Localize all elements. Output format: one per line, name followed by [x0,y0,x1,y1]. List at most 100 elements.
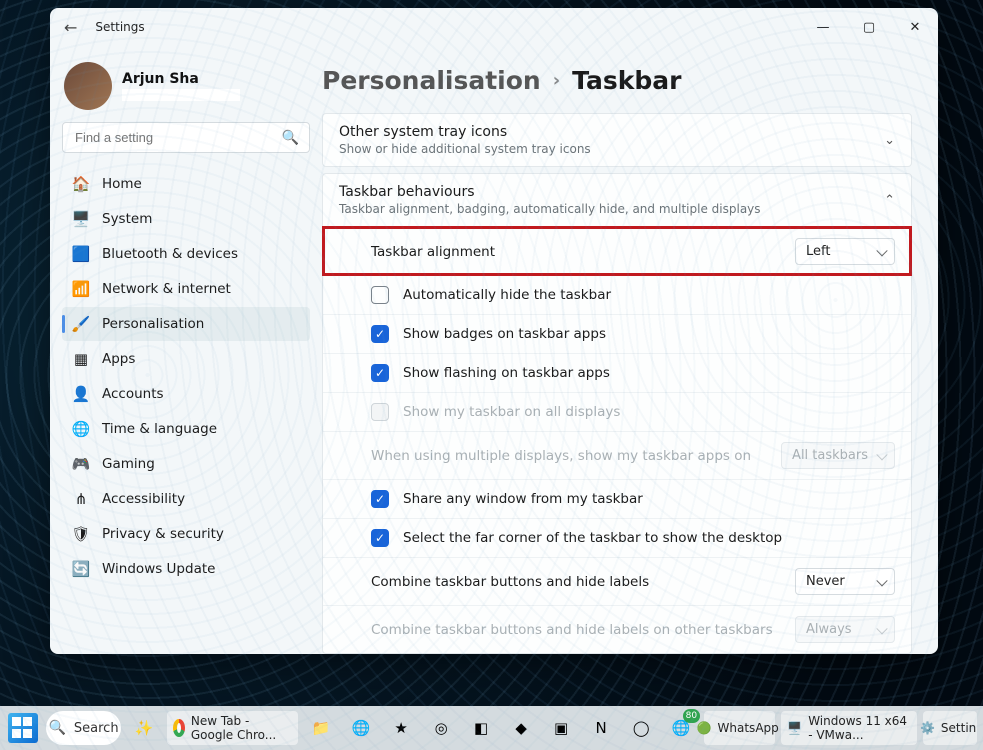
edge-icon[interactable]: 🌐 [344,711,378,745]
row-which-display: When using multiple displays, show my ta… [323,431,911,479]
sidebar-item-label: Gaming [102,456,155,472]
sidebar-icon: 🏠 [72,175,90,193]
sidebar-search[interactable]: 🔍 [62,122,310,153]
row-far-corner: ✓ Select the far corner of the taskbar t… [323,518,911,557]
start-button[interactable] [6,711,40,745]
behav-subtitle: Taskbar alignment, badging, automaticall… [339,202,761,216]
terminal-icon[interactable]: ▣ [544,711,578,745]
sidebar-item-label: System [102,211,152,227]
row-flashing: ✓ Show flashing on taskbar apps [323,353,911,392]
gear-icon: ⚙️ [920,721,935,735]
taskbar-tab-vmware[interactable]: 🖥️ Windows 11 x64 - VMwa... [781,711,917,745]
taskbar-search-label: Search [74,721,119,736]
sidebar-icon: 🛡 [72,525,90,543]
sidebar-icon: 📶 [72,280,90,298]
share-label: Share any window from my taskbar [403,491,643,507]
avatar [64,62,112,110]
alignment-label: Taskbar alignment [371,244,495,260]
app-icon-5[interactable]: ◯ [624,711,658,745]
sidebar-item-network-internet[interactable]: 📶 Network & internet [62,272,310,306]
sidebar-item-label: Apps [102,351,135,367]
autohide-checkbox[interactable] [371,286,389,304]
sidebar-item-gaming[interactable]: 🎮 Gaming [62,447,310,481]
sidebar-item-label: Network & internet [102,281,231,297]
whichdisp-label: When using multiple displays, show my ta… [371,448,751,464]
taskbar-tab-settings[interactable]: ⚙️ Settin [923,711,977,745]
row-autohide: Automatically hide the taskbar [323,275,911,314]
sidebar-item-home[interactable]: 🏠 Home [62,167,310,201]
tray-icons-card[interactable]: Other system tray icons Show or hide add… [322,113,912,167]
sidebar-nav: 🏠 Home 🖥️ System 🟦 Bluetooth & devices 📶 Networ… [62,167,310,586]
multidisplay-checkbox [371,403,389,421]
maximize-button[interactable]: ▢ [846,8,892,46]
sidebar-item-system[interactable]: 🖥️ System [62,202,310,236]
vmware-icon: 🖥️ [787,721,802,735]
minimize-button[interactable]: — [800,8,846,46]
whichdisp-select: All taskbars [781,442,895,469]
search-input[interactable] [73,129,282,146]
combine-select[interactable]: Never [795,568,895,595]
sidebar-item-accessibility[interactable]: ⋔Accessibility [62,482,310,516]
sidebar-icon: ⋔ [72,490,90,508]
taskbar-tab-whatsapp[interactable]: 🟢 WhatsApp [704,711,775,745]
search-icon: 🔍 [48,720,65,736]
sidebar-item-privacy-security[interactable]: 🛡Privacy & security [62,517,310,551]
farcorner-label: Select the far corner of the taskbar to … [403,530,782,546]
breadcrumb-current: Taskbar [572,66,681,95]
titlebar: ← Settings — ▢ ✕ [50,8,938,46]
sidebar-icon: 🟦 [72,245,90,263]
sidebar-item-label: Bluetooth & devices [102,246,238,262]
chevron-up-icon: ⌃ [884,193,895,208]
copilot-icon[interactable]: ✨ [127,711,161,745]
sidebar: Arjun Sha 🔍 🏠 Home 🖥️ System 🟦 Bluetooth & de… [50,46,322,654]
user-block[interactable]: Arjun Sha [62,54,310,114]
notion-icon[interactable]: N [584,711,618,745]
whatsapp-icon: 🟢 [697,721,712,735]
explorer-icon[interactable]: 📁 [304,711,338,745]
user-name: Arjun Sha [122,71,240,87]
app-icon-4[interactable]: ◆ [504,711,538,745]
sidebar-item-apps[interactable]: ▦ Apps [62,342,310,376]
taskbar-search[interactable]: 🔍 Search [46,711,121,745]
flashing-checkbox[interactable]: ✓ [371,364,389,382]
sidebar-item-label: Home [102,176,142,192]
row-combine: Combine taskbar buttons and hide labels … [323,557,911,605]
breadcrumb: Personalisation › Taskbar [322,58,912,113]
autohide-label: Automatically hide the taskbar [403,287,611,303]
chrome-icon [173,719,185,737]
behav-title: Taskbar behaviours [339,184,761,200]
os-taskbar: 🔍 Search ✨ New Tab - Google Chro... 📁 🌐 … [0,706,983,750]
sidebar-item-label: Personalisation [102,316,204,332]
badges-label: Show badges on taskbar apps [403,326,606,342]
app-icon-3[interactable]: ◧ [464,711,498,745]
sidebar-icon: ▦ [72,350,90,368]
app-icon-1[interactable]: ★ [384,711,418,745]
sidebar-icon: 🖌️ [72,315,90,333]
behaviours-card: Taskbar behaviours Taskbar alignment, ba… [322,173,912,654]
close-button[interactable]: ✕ [892,8,938,46]
main-pane: Personalisation › Taskbar Other system t… [322,46,938,654]
app-icon-2[interactable]: ◎ [424,711,458,745]
chevron-right-icon: › [553,70,560,91]
tray-card-subtitle: Show or hide additional system tray icon… [339,142,591,156]
sidebar-item-bluetooth-devices[interactable]: 🟦 Bluetooth & devices [62,237,310,271]
sidebar-item-accounts[interactable]: 👤Accounts [62,377,310,411]
row-combine-other: Combine taskbar buttons and hide labels … [323,605,911,653]
sidebar-icon: 🖥️ [72,210,90,228]
sidebar-item-windows-update[interactable]: 🔄Windows Update [62,552,310,586]
badges-checkbox[interactable]: ✓ [371,325,389,343]
combine2-select: Always [795,616,895,643]
share-checkbox[interactable]: ✓ [371,490,389,508]
edge-badge-icon[interactable]: 🌐80 [664,711,698,745]
breadcrumb-parent[interactable]: Personalisation [322,66,541,95]
farcorner-checkbox[interactable]: ✓ [371,529,389,547]
sidebar-icon: 🎮 [72,455,90,473]
alignment-select[interactable]: Left [795,238,895,265]
sidebar-item-time-language[interactable]: 🌐Time & language [62,412,310,446]
app-title: Settings [95,20,144,34]
taskbar-tab-chrome[interactable]: New Tab - Google Chro... [167,711,298,745]
sidebar-item-personalisation[interactable]: 🖌️ Personalisation [62,307,310,341]
back-button[interactable]: ← [64,18,77,37]
behaviours-header[interactable]: Taskbar behaviours Taskbar alignment, ba… [323,174,911,227]
sidebar-item-label: Accounts [102,386,164,402]
